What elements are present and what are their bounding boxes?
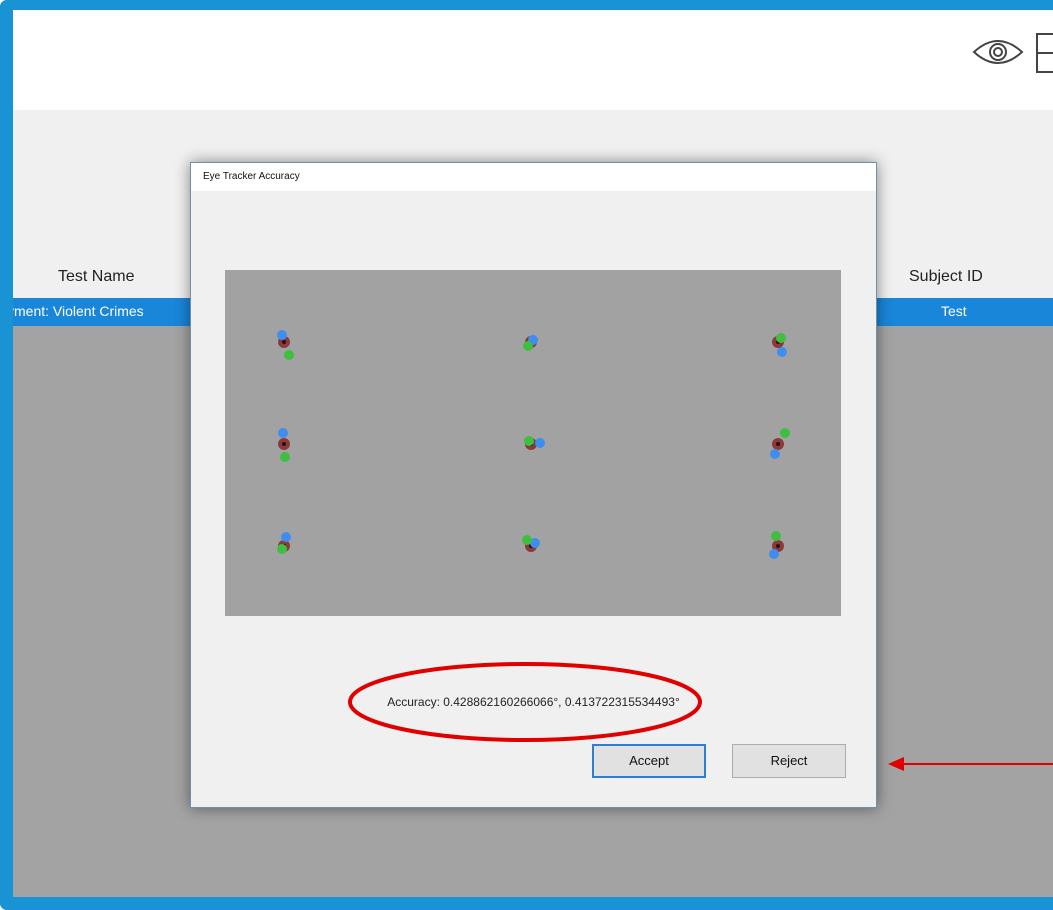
column-header-test-name[interactable]: Test Name xyxy=(58,268,134,286)
calibration-target-center-1 xyxy=(282,340,286,344)
cell-test-name: yment: Violent Crimes xyxy=(13,303,144,319)
accept-button[interactable]: Accept xyxy=(592,744,706,778)
gaze-point-left-eye-7 xyxy=(281,532,291,542)
gaze-point-right-eye-6 xyxy=(780,428,790,438)
calibration-target-center-9 xyxy=(776,544,780,548)
app-window: Test Name Subject ID yment: Violent Crim… xyxy=(0,0,1053,910)
accuracy-text: Accuracy: 0.428862160266066°, 0.41372231… xyxy=(387,695,680,709)
gaze-point-left-eye-5 xyxy=(535,438,545,448)
eye-tracker-accuracy-dialog: Eye Tracker Accuracy Accuracy: 0.4288621… xyxy=(190,162,877,808)
calibration-target-center-6 xyxy=(776,442,780,446)
gaze-point-left-eye-3 xyxy=(777,347,787,357)
gaze-point-left-eye-4 xyxy=(278,428,288,438)
gaze-point-right-eye-7 xyxy=(277,544,287,554)
calibration-target-center-4 xyxy=(282,442,286,446)
gaze-point-right-eye-5 xyxy=(524,436,534,446)
gaze-point-left-eye-1 xyxy=(277,330,287,340)
app-header xyxy=(13,10,1053,110)
layout-icon[interactable] xyxy=(1035,32,1053,76)
gaze-point-right-eye-8 xyxy=(522,535,532,545)
dialog-title: Eye Tracker Accuracy xyxy=(203,171,300,182)
column-header-subject-id[interactable]: Subject ID xyxy=(909,268,983,286)
gaze-point-left-eye-6 xyxy=(770,449,780,459)
reject-button[interactable]: Reject xyxy=(732,744,846,778)
gaze-point-left-eye-9 xyxy=(769,549,779,559)
calibration-plot xyxy=(225,270,841,616)
cell-subject-id: Test xyxy=(941,303,967,319)
dialog-titlebar[interactable]: Eye Tracker Accuracy xyxy=(191,163,876,191)
calibration-points xyxy=(277,330,790,559)
gaze-point-right-eye-1 xyxy=(284,350,294,360)
eye-icon[interactable] xyxy=(970,32,1026,72)
gaze-point-right-eye-3 xyxy=(776,333,786,343)
gaze-point-right-eye-9 xyxy=(771,531,781,541)
gaze-point-right-eye-4 xyxy=(280,452,290,462)
gaze-point-right-eye-2 xyxy=(523,341,533,351)
